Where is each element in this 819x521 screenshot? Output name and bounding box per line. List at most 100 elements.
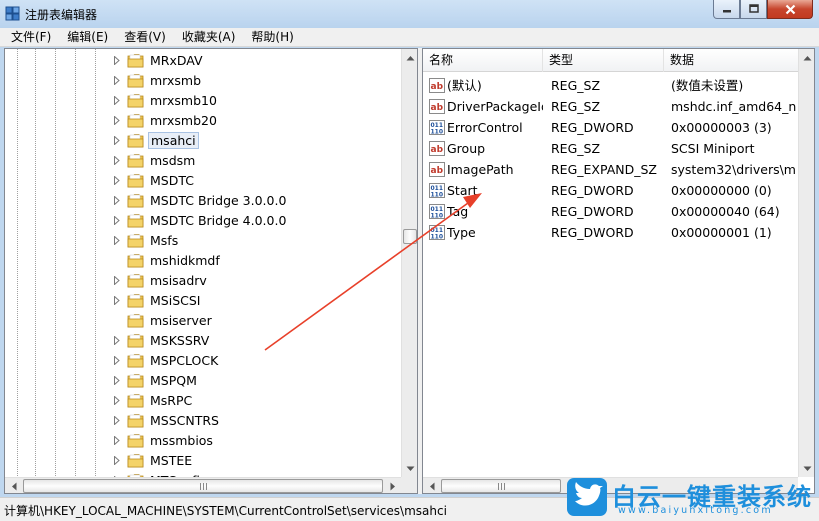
tree-node[interactable]: MsRPC [112, 391, 194, 410]
tree-node-label[interactable]: MSPQM [148, 372, 199, 389]
column-header-type[interactable]: 类型 [543, 49, 664, 72]
expand-arrow-icon[interactable] [112, 336, 122, 346]
value-row[interactable]: 011 110 Start REG_DWORD 0x00000000 (0) [423, 180, 814, 201]
scroll-left-arrow[interactable] [423, 478, 440, 493]
maximize-button[interactable] [740, 0, 767, 19]
tree-node[interactable]: MSTEE [112, 451, 194, 470]
expand-arrow-icon[interactable] [112, 176, 122, 186]
tree-node[interactable]: Msfs [112, 231, 180, 250]
tree-node[interactable]: mrxsmb10 [112, 91, 219, 110]
tree-node-label[interactable]: MSDTC [148, 172, 196, 189]
value-data: 0x00000003 (3) [671, 120, 772, 135]
scroll-right-arrow[interactable] [384, 478, 401, 493]
menu-file[interactable]: 文件(F) [3, 28, 59, 47]
menu-favorites[interactable]: 收藏夹(A) [174, 28, 244, 47]
registry-values-list[interactable]: 名称 类型 数据 ab (默认) REG_SZ (数值未设置) ab DriverPack… [422, 48, 815, 494]
tree-node-label[interactable]: msahci [148, 132, 199, 149]
tree-node[interactable]: MSDTC Bridge 4.0.0.0 [112, 211, 288, 230]
tree-node-label[interactable]: MRxDAV [148, 52, 205, 69]
column-header-data[interactable]: 数据 [664, 49, 814, 72]
value-row[interactable]: ab DriverPackageId REG_SZ mshdc.inf_amd64_n… [423, 96, 814, 117]
expand-arrow-icon[interactable] [112, 216, 122, 226]
tree-vertical-scrollbar[interactable] [401, 49, 417, 477]
tree-node[interactable]: mrxsmb20 [112, 111, 219, 130]
tree-node-label[interactable]: mssmbios [148, 432, 215, 449]
tree-node[interactable]: mssmbios [112, 431, 215, 450]
expand-arrow-icon[interactable] [112, 396, 122, 406]
tree-node[interactable]: MSiSCSI [112, 291, 202, 310]
close-button[interactable] [767, 0, 813, 19]
tree-node-label[interactable]: MSTEE [148, 452, 194, 469]
tree-node[interactable]: msahci [112, 131, 199, 150]
expand-arrow-icon[interactable] [112, 456, 122, 466]
value-row[interactable]: 011 110 Type REG_DWORD 0x00000001 (1) [423, 222, 814, 243]
tree-node-label[interactable]: MSPCLOCK [148, 352, 220, 369]
values-vertical-scrollbar[interactable] [798, 49, 814, 477]
expand-arrow-icon[interactable] [112, 76, 122, 86]
tree-node-label[interactable]: mrxsmb10 [148, 92, 219, 109]
scroll-up-arrow[interactable] [402, 49, 417, 66]
menu-edit[interactable]: 编辑(E) [59, 28, 116, 47]
horizontal-scroll-thumb[interactable] [441, 479, 561, 493]
tree-node-label[interactable]: MSSCNTRS [148, 412, 221, 429]
tree-node-label[interactable]: MSDTC Bridge 3.0.0.0 [148, 192, 288, 209]
value-row[interactable]: ab ImagePath REG_EXPAND_SZ system32\drivers… [423, 159, 814, 180]
tree-node-label[interactable]: MsRPC [148, 392, 194, 409]
expand-arrow-icon[interactable] [112, 236, 122, 246]
horizontal-scroll-thumb[interactable] [23, 479, 383, 493]
tree-node[interactable]: mshidkmdf [112, 251, 222, 270]
tree-node-label[interactable]: mrxsmb20 [148, 112, 219, 129]
tree-node[interactable]: MRxDAV [112, 51, 205, 70]
tree-node-label[interactable]: mshidkmdf [148, 252, 222, 269]
expand-arrow-icon[interactable] [112, 136, 122, 146]
chevron-down-icon [406, 466, 415, 471]
expand-arrow-icon[interactable] [112, 56, 122, 66]
registry-tree[interactable]: MRxDAV mrxsmb mrxsmb10 mrxsmb20 msahci msdsm M… [4, 48, 418, 494]
tree-node-label[interactable]: msdsm [148, 152, 197, 169]
value-name: Start [447, 183, 478, 198]
expand-arrow-icon[interactable] [112, 356, 122, 366]
expand-arrow-icon[interactable] [112, 156, 122, 166]
scroll-up-arrow[interactable] [799, 49, 814, 66]
tree-node[interactable]: MSDTC [112, 171, 196, 190]
tree-node[interactable]: msisadrv [112, 271, 209, 290]
tree-node[interactable]: msiserver [112, 311, 214, 330]
tree-node-label[interactable]: mrxsmb [148, 72, 203, 89]
tree-node[interactable]: MSDTC Bridge 3.0.0.0 [112, 191, 288, 210]
tree-node-label[interactable]: MSDTC Bridge 4.0.0.0 [148, 212, 288, 229]
tree-node[interactable]: MSPCLOCK [112, 351, 220, 370]
menu-help[interactable]: 帮助(H) [243, 28, 301, 47]
menu-view[interactable]: 查看(V) [116, 28, 174, 47]
expand-arrow-icon[interactable] [112, 416, 122, 426]
folder-icon [127, 454, 144, 468]
scrollbar-corner [401, 477, 417, 493]
column-header-name[interactable]: 名称 [423, 49, 543, 72]
tree-node-label[interactable]: MSiSCSI [148, 292, 202, 309]
expand-arrow-icon[interactable] [112, 436, 122, 446]
tree-horizontal-scrollbar[interactable] [5, 477, 401, 493]
value-row[interactable]: 011 110 ErrorControl REG_DWORD 0x00000003 (3… [423, 117, 814, 138]
expand-arrow-icon[interactable] [112, 96, 122, 106]
value-row[interactable]: ab (默认) REG_SZ (数值未设置) [423, 75, 814, 96]
expand-arrow-icon[interactable] [112, 296, 122, 306]
tree-node[interactable]: MSKSSRV [112, 331, 211, 350]
expand-arrow-icon[interactable] [112, 376, 122, 386]
tree-node-label[interactable]: Msfs [148, 232, 180, 249]
scroll-thumb[interactable] [403, 229, 417, 244]
tree-node-label[interactable]: msisadrv [148, 272, 209, 289]
tree-node[interactable]: mrxsmb [112, 71, 203, 90]
tree-node-label[interactable]: msiserver [148, 312, 214, 329]
minimize-button[interactable] [713, 0, 740, 19]
expand-arrow-icon[interactable] [112, 276, 122, 286]
tree-node-label[interactable]: MSKSSRV [148, 332, 211, 349]
expand-arrow-icon[interactable] [112, 196, 122, 206]
scroll-down-arrow[interactable] [402, 460, 417, 477]
tree-node[interactable]: MSSCNTRS [112, 411, 221, 430]
tree-node[interactable]: msdsm [112, 151, 197, 170]
scroll-left-arrow[interactable] [5, 478, 22, 493]
tree-node[interactable]: MSPQM [112, 371, 199, 390]
dword-value-icon: 011110 [429, 225, 445, 240]
value-row[interactable]: ab Group REG_SZ SCSI Miniport [423, 138, 814, 159]
value-row[interactable]: 011 110 Tag REG_DWORD 0x00000040 (64) [423, 201, 814, 222]
expand-arrow-icon[interactable] [112, 116, 122, 126]
